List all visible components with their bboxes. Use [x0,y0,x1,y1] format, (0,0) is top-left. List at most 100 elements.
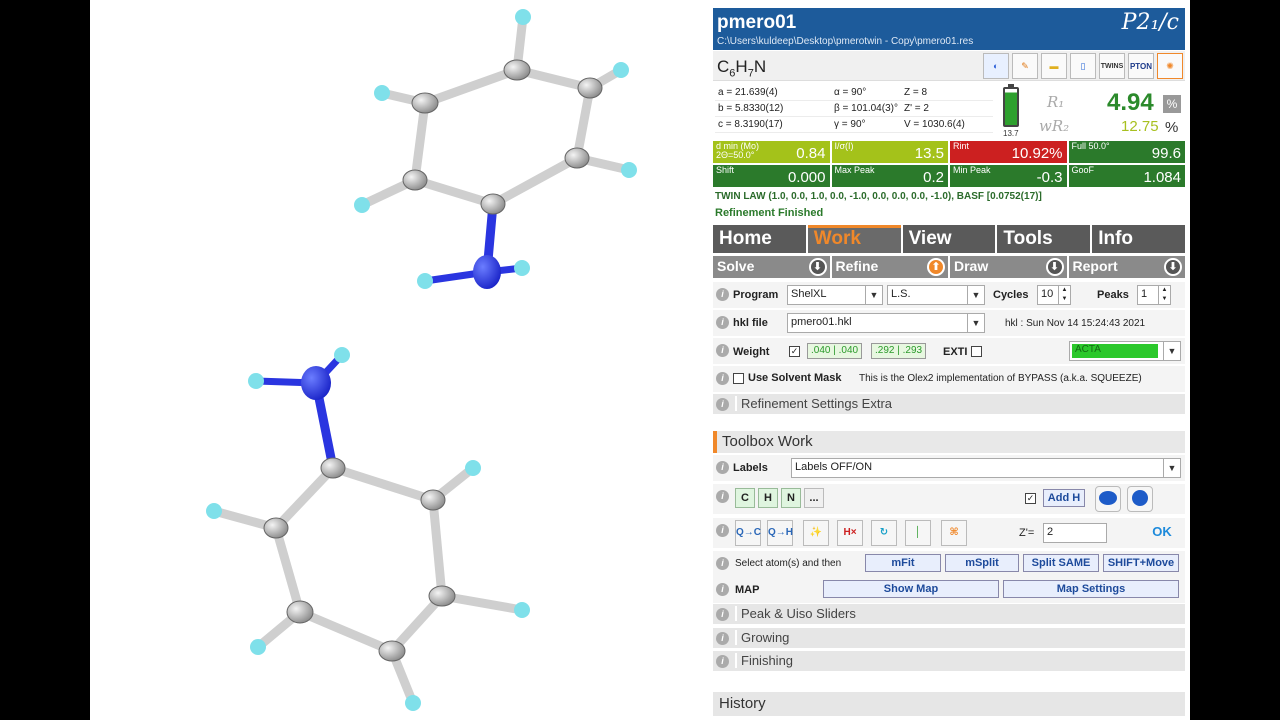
weight-current[interactable]: .040 | .040 [807,343,863,359]
map-row: i MAP Show Map Map Settings [713,577,1185,603]
folder-icon[interactable]: ▬ [1041,53,1067,79]
stat-shift: Shift 0.000 [713,165,830,187]
cycles-input[interactable]: 10 ▲ ▼ [1037,285,1071,305]
program-select[interactable]: ShelXL ▼ [787,285,883,305]
subtab-draw[interactable]: Draw ⬇ [950,256,1067,278]
cell-gamma: γ = 90° [831,116,901,133]
labels-row: i Labels Labels OFF/ON ▼ [713,455,1185,481]
info-icon[interactable]: i [716,316,729,329]
subtab-report[interactable]: Report ⬇ [1068,256,1185,278]
labels-select[interactable]: Labels OFF/ON ▼ [791,458,1181,478]
stat-full: Full 50.0° 99.6 [1068,141,1185,163]
main-tabs: Home Work View Tools Info [713,225,1185,253]
bond-icon[interactable]: │ [905,520,931,546]
hkl-select[interactable]: pmero01.hkl ▼ [787,313,985,333]
info-icon[interactable]: i [716,655,729,668]
info-icon[interactable]: i [716,490,729,503]
map-settings-button[interactable]: Map Settings [1003,580,1179,598]
stat-max-peak: Max Peak 0.2 [831,165,948,187]
select-atoms-hint: Select atom(s) and then [735,558,842,569]
info-icon[interactable]: i [716,461,729,474]
labels-label: Labels [733,462,768,474]
tab-tools[interactable]: Tools [997,225,1091,253]
tab-home[interactable]: Home [713,225,806,253]
acta-select[interactable]: ACTA ▼ [1069,341,1181,361]
shift-move-button[interactable]: SHIFT+Move [1103,554,1179,572]
element-h-button[interactable]: H [758,488,778,508]
subtab-solve[interactable]: Solve ⬇ [713,256,830,278]
q-to-h-icon[interactable]: Q→H [767,520,793,546]
weight-suggested[interactable]: .292 | .293 [871,343,927,359]
molecule-viewer[interactable] [90,0,690,720]
weight-checkbox[interactable]: ✓ [789,346,800,357]
stat-rint: Rint 10.92% [950,141,1067,163]
chevron-up-icon[interactable]: ⬆ [927,258,945,276]
element-n-button[interactable]: N [781,488,801,508]
info-icon[interactable]: i [716,583,729,596]
z-label: Z'= [1019,527,1035,539]
sphere-icon[interactable] [1127,486,1153,512]
tab-info[interactable]: Info [1092,225,1185,253]
history-section[interactable]: History [713,692,1185,716]
program-row: i Program ShelXL ▼ L.S. ▼ Cycles 10 ▲ ▼ Peak… [713,282,1185,308]
molecule-1 [354,9,637,289]
battery-icon [1003,84,1019,127]
exti-checkbox[interactable] [971,346,982,357]
stat-min-peak: Min Peak -0.3 [950,165,1067,187]
peaks-input[interactable]: 1 ▲ ▼ [1137,285,1171,305]
broom-icon[interactable]: ✨ [803,520,829,546]
info-icon[interactable]: i [716,398,729,411]
split-same-button[interactable]: Split SAME [1023,554,1099,572]
info-icon[interactable]: i [716,288,729,301]
solvent-mask-checkbox[interactable] [733,373,744,384]
q-to-c-icon[interactable]: Q→C [735,520,761,546]
split-row: i Select atom(s) and then mFit mSplit Sp… [713,551,1185,577]
stat-goof: GooF 1.084 [1068,165,1185,187]
cell-a: a = 21.639(4) [715,85,831,101]
twins-icon[interactable]: TWINS [1099,53,1125,79]
add-h-button[interactable]: Add H [1043,489,1085,507]
pencil-icon[interactable]: ✎ [1012,53,1038,79]
chevron-down-icon[interactable]: ⬇ [1045,258,1064,276]
paint-icon[interactable]: ◐ [983,53,1009,79]
msplit-button[interactable]: mSplit [945,554,1019,572]
ok-icon[interactable]: OK [1149,520,1175,546]
info-icon[interactable]: i [716,557,729,570]
structure-path: C:\Users\kuldeep\Desktop\pmerotwin - Cop… [717,36,974,47]
growing-section[interactable]: i Growing [713,628,1185,648]
ellipsoid-icon[interactable] [1095,486,1121,512]
rotate-icon[interactable]: ↻ [871,520,897,546]
tab-view[interactable]: View [902,225,996,253]
info-icon[interactable]: i [716,632,729,645]
refinement-settings-extra[interactable]: i Refinement Settings Extra [713,394,1185,414]
pton-icon[interactable]: PTON [1128,53,1154,79]
chevron-down-icon[interactable]: ⬇ [808,258,827,276]
peak-uiso-sliders-section[interactable]: i Peak & Uiso Sliders [713,604,1185,624]
solvent-mask-label: Use Solvent Mask [748,372,842,384]
molecule-2 [206,347,530,711]
add-h-checkbox[interactable]: ✓ [1025,493,1036,504]
element-more-button[interactable]: ... [804,488,824,508]
delete-h-icon[interactable]: H× [837,520,863,546]
finishing-section[interactable]: i Finishing [713,651,1185,671]
subtab-refine[interactable]: Refine ⬆ [831,256,948,278]
show-map-button[interactable]: Show Map [823,580,999,598]
tab-work[interactable]: Work [807,225,901,253]
chevron-down-icon[interactable]: ⬇ [1164,258,1182,276]
add-atoms-row: i C H N ... ✓ Add H [713,484,1185,514]
info-icon[interactable]: i [716,344,729,357]
notepad-icon[interactable]: ▯ [1070,53,1096,79]
cell-b: b = 5.8330(12) [715,100,831,117]
settings-icon[interactable]: ✺ [1157,53,1183,79]
info-icon[interactable]: i [716,372,729,385]
atom-cell-icon[interactable]: ⌘ [941,520,967,546]
info-icon[interactable]: i [716,608,729,621]
twin-law: TWIN LAW (1.0, 0.0, 1.0, 0.0, -1.0, 0.0,… [715,191,1042,202]
toolbox-work-header[interactable]: Toolbox Work [713,431,1185,453]
method-select[interactable]: L.S. ▼ [887,285,985,305]
element-c-button[interactable]: C [735,488,755,508]
mfit-button[interactable]: mFit [865,554,941,572]
z-input[interactable]: 2 [1043,523,1107,543]
tools-row: i Q→C Q→H ✨ H× ↻ │ ⌘ Z'= 2 OK [713,518,1185,548]
info-icon[interactable]: i [716,524,729,537]
